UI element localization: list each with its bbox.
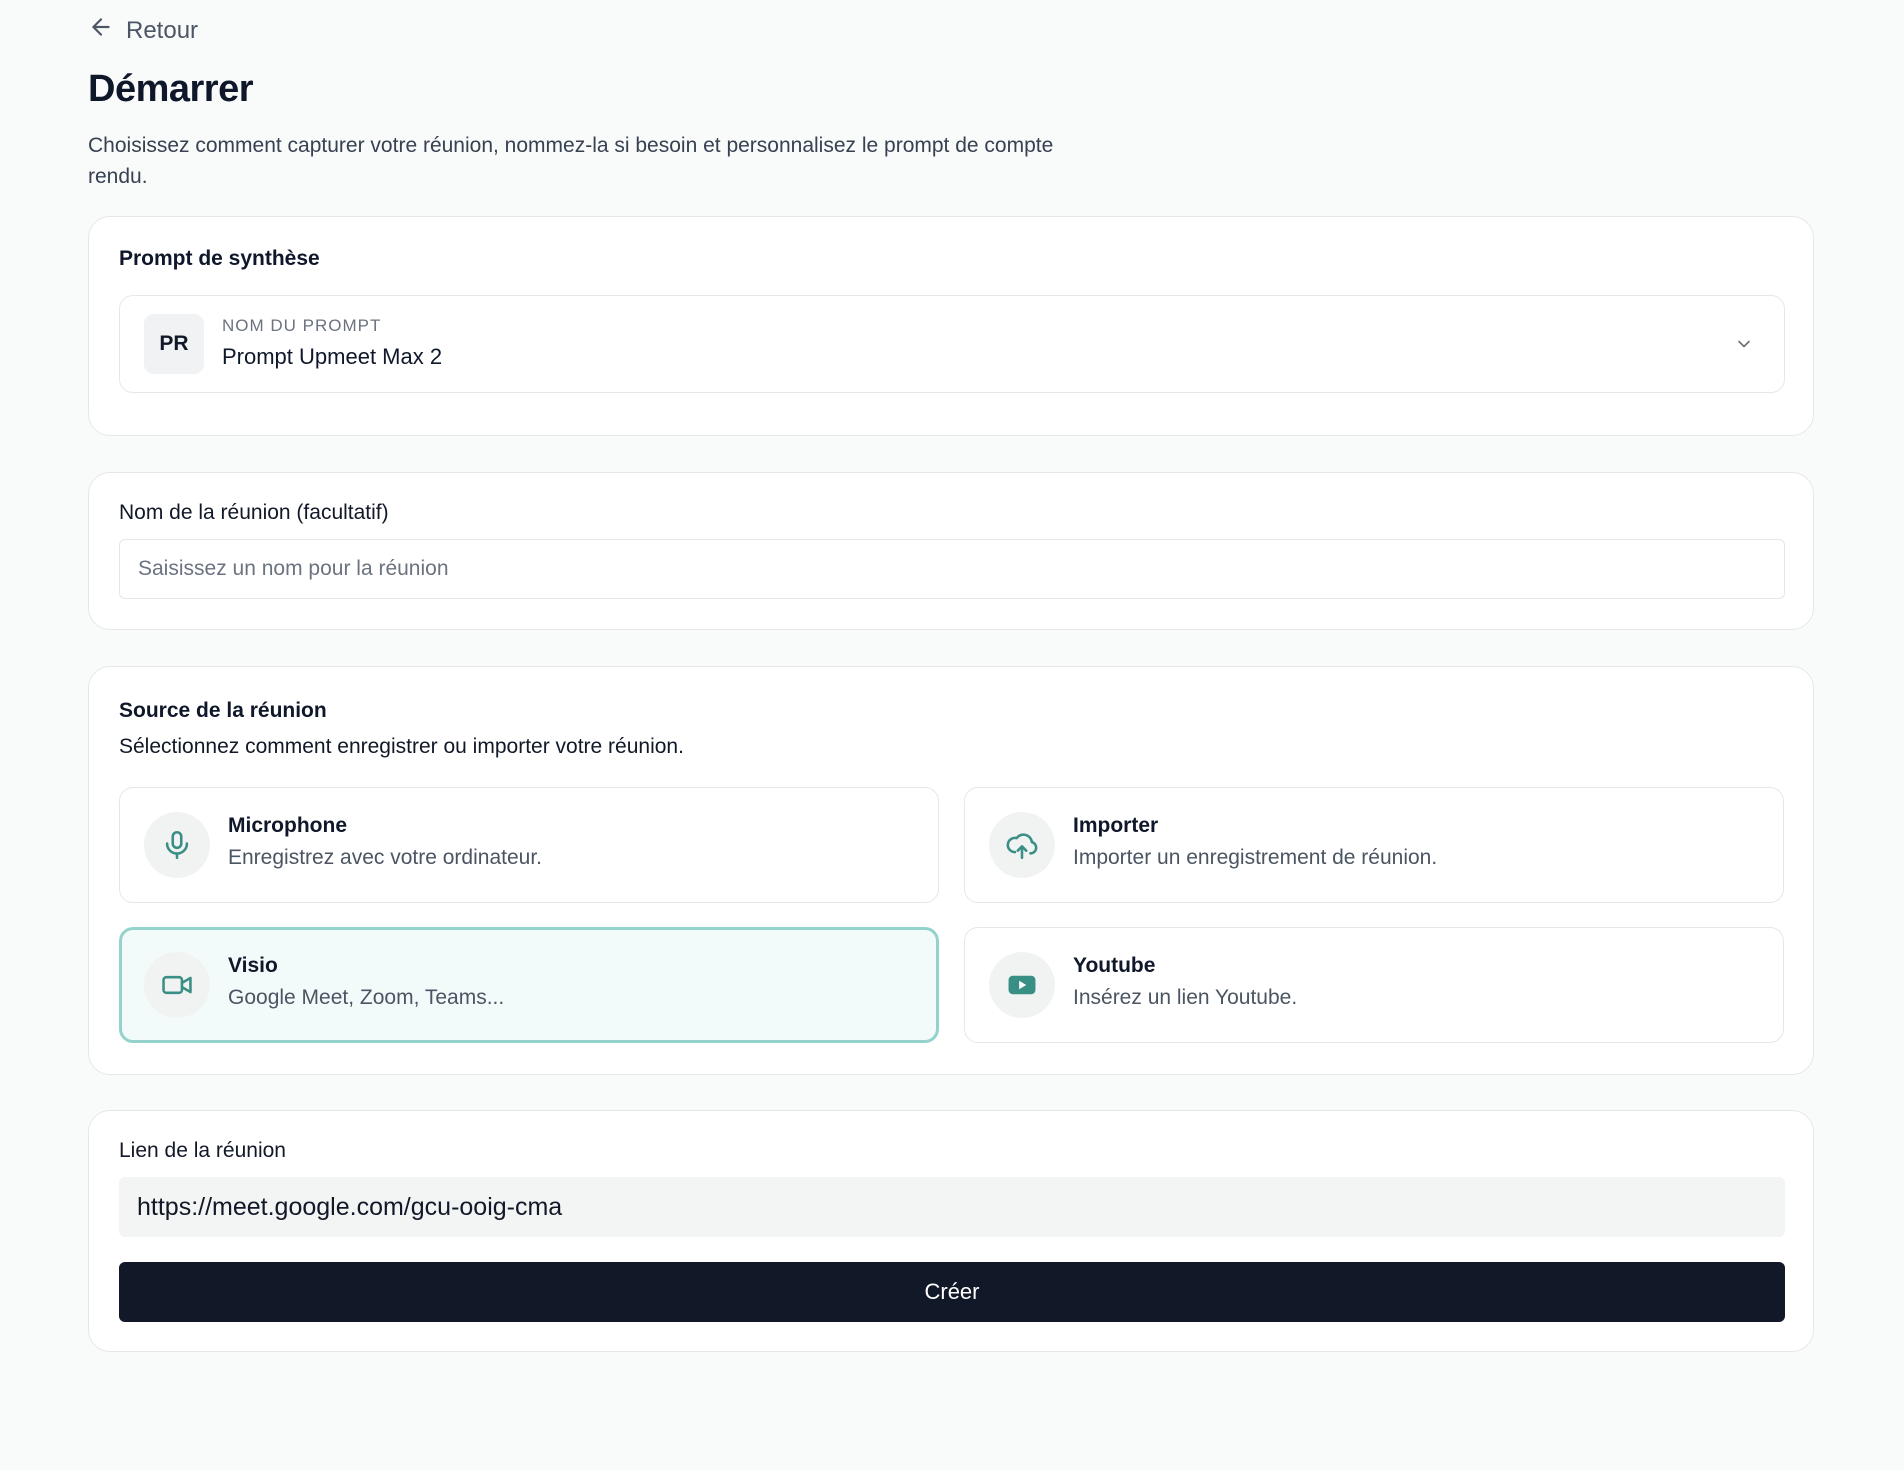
source-card: Source de la réunion Sélectionnez commen… bbox=[88, 666, 1814, 1075]
meeting-link-card: Lien de la réunion Créer bbox=[88, 1110, 1814, 1352]
youtube-icon bbox=[989, 952, 1055, 1018]
option-description: Enregistrez avec votre ordinateur. bbox=[228, 846, 542, 869]
source-option-microphone[interactable]: Microphone Enregistrez avec votre ordina… bbox=[119, 787, 939, 903]
page-title: Démarrer bbox=[88, 68, 254, 110]
chevron-down-icon bbox=[1734, 334, 1754, 354]
prompt-badge: PR bbox=[144, 314, 204, 374]
meeting-name-label: Nom de la réunion (facultatif) bbox=[119, 501, 389, 524]
option-title: Visio bbox=[228, 954, 278, 977]
source-option-visio[interactable]: Visio Google Meet, Zoom, Teams... bbox=[119, 927, 939, 1043]
option-description: Importer un enregistrement de réunion. bbox=[1073, 846, 1438, 869]
option-title: Microphone bbox=[228, 814, 347, 837]
meeting-name-input[interactable] bbox=[119, 539, 1785, 599]
option-title: Importer bbox=[1073, 814, 1159, 837]
microphone-icon bbox=[144, 812, 210, 878]
arrow-left-icon bbox=[88, 14, 114, 47]
option-description: Google Meet, Zoom, Teams... bbox=[228, 986, 505, 1009]
meeting-name-card: Nom de la réunion (facultatif) bbox=[88, 472, 1814, 630]
prompt-heading: Prompt de synthèse bbox=[119, 247, 320, 270]
source-heading: Source de la réunion bbox=[119, 699, 327, 722]
prompt-selected-value: Prompt Upmeet Max 2 bbox=[222, 344, 443, 369]
back-label: Retour bbox=[126, 16, 199, 44]
back-link[interactable]: Retour bbox=[88, 14, 198, 47]
cloud-upload-icon bbox=[989, 812, 1055, 878]
page-subtitle: Choisissez comment capturer votre réunio… bbox=[88, 134, 1054, 188]
meeting-link-label: Lien de la réunion bbox=[119, 1139, 286, 1162]
source-option-import[interactable]: Importer Importer un enregistrement de r… bbox=[964, 787, 1784, 903]
prompt-caption: NOM DU PROMPT bbox=[222, 316, 382, 335]
source-option-youtube[interactable]: Youtube Insérez un lien Youtube. bbox=[964, 927, 1784, 1043]
source-description: Sélectionnez comment enregistrer ou impo… bbox=[119, 735, 684, 758]
create-button[interactable]: Créer bbox=[119, 1262, 1785, 1322]
prompt-select[interactable]: PR NOM DU PROMPT Prompt Upmeet Max 2 bbox=[119, 295, 1785, 393]
meeting-link-input[interactable] bbox=[119, 1177, 1785, 1237]
prompt-card: Prompt de synthèse PR NOM DU PROMPT Prom… bbox=[88, 216, 1814, 436]
option-description: Insérez un lien Youtube. bbox=[1073, 986, 1298, 1009]
option-title: Youtube bbox=[1073, 954, 1156, 977]
video-camera-icon bbox=[144, 952, 210, 1018]
